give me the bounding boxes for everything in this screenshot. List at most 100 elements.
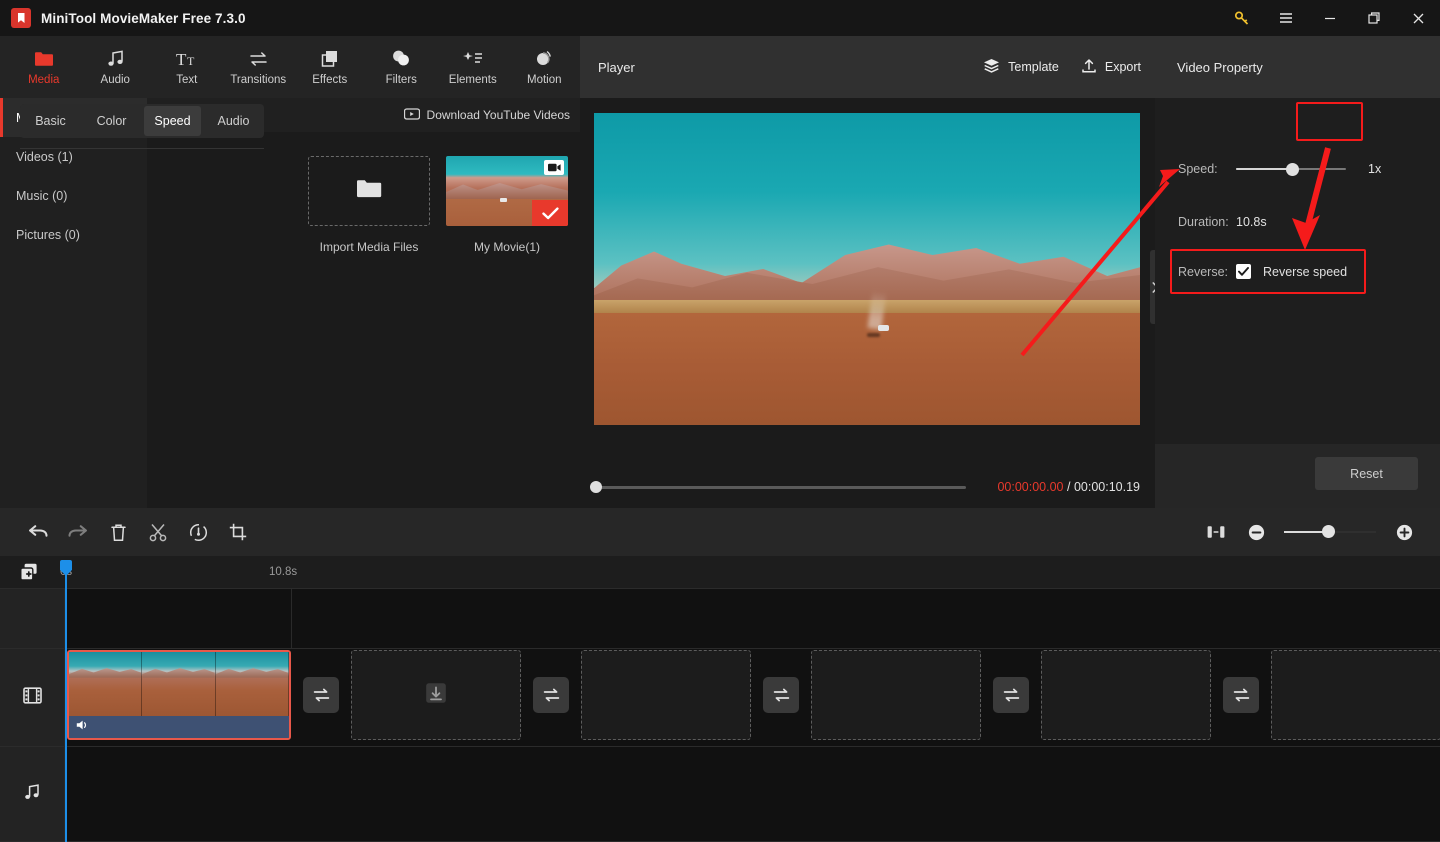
timeline-toolbar (0, 508, 1440, 556)
timeline-placeholder[interactable] (1041, 650, 1211, 740)
timeline-placeholder[interactable] (811, 650, 981, 740)
toolbar-label: Text (176, 74, 198, 86)
timeline-header-blank (0, 589, 64, 648)
sidebar-item-label: Music (0) (16, 188, 68, 203)
video-preview[interactable] (594, 113, 1140, 425)
timeline-zoom-slider[interactable] (1284, 525, 1376, 539)
timeline-placeholder[interactable] (581, 650, 751, 740)
property-footer: Reset (1155, 444, 1440, 508)
folder-icon (34, 48, 54, 69)
property-panel-title: Video Property (1155, 36, 1440, 98)
duration-label: Duration: (1178, 215, 1229, 229)
transitions-icon (248, 48, 269, 69)
tab-speed[interactable]: Speed (144, 106, 201, 136)
seek-slider[interactable] (590, 481, 966, 493)
reset-button[interactable]: Reset (1315, 457, 1418, 490)
restore-icon[interactable] (1352, 0, 1396, 36)
menu-icon[interactable] (1264, 0, 1308, 36)
template-button[interactable]: Template (983, 58, 1059, 76)
export-button[interactable]: Export (1081, 58, 1141, 77)
undo-icon[interactable] (18, 515, 58, 549)
media-sidebar: My Album (1) Videos (1) Music (0) Pictur… (0, 98, 147, 508)
export-label: Export (1104, 60, 1141, 74)
add-transition-button[interactable] (993, 677, 1029, 713)
tab-color[interactable]: Color (83, 106, 140, 136)
add-media-icon[interactable] (18, 561, 42, 583)
track-header-audio[interactable] (0, 747, 64, 841)
clip-frame (142, 652, 216, 716)
ruler-tick-label: 10.8s (269, 566, 298, 578)
add-transition-button[interactable] (1223, 677, 1259, 713)
media-grid: Import Media Files My Movie(1) (147, 132, 580, 254)
redo-icon[interactable] (58, 515, 98, 549)
layers-icon (983, 58, 1000, 76)
timeline-placeholder[interactable] (1271, 650, 1440, 740)
filters-icon (391, 48, 411, 69)
toolbar-label: Filters (385, 74, 417, 86)
add-transition-button[interactable] (303, 677, 339, 713)
tab-audio[interactable]: Audio (205, 106, 262, 136)
crop-icon[interactable] (218, 515, 258, 549)
timeline-clip[interactable] (67, 650, 291, 740)
toolbar-item-filters[interactable]: Filters (366, 38, 438, 96)
time-readout: 00:00:00.00 / 00:00:10.19 (997, 480, 1140, 494)
close-icon[interactable] (1396, 0, 1440, 36)
sidebar-item-pictures[interactable]: Pictures (0) (0, 215, 147, 254)
timeline-playhead[interactable] (60, 560, 72, 842)
clip-frame (69, 652, 143, 716)
speed-icon[interactable] (178, 515, 218, 549)
toolbar-item-motion[interactable]: Motion (509, 38, 581, 96)
minimize-icon[interactable] (1308, 0, 1352, 36)
app-window: MiniTool MovieMaker Free 7.3.0 Media Aud… (0, 0, 1440, 842)
import-media-cell[interactable]: Import Media Files (308, 156, 430, 254)
timeline-body (0, 588, 1440, 842)
zoom-out-icon[interactable] (1236, 515, 1276, 549)
speed-slider-fill (1236, 167, 1293, 171)
fit-to-window-icon[interactable] (1196, 515, 1236, 549)
reverse-highlight-box (1170, 249, 1366, 294)
speed-slider-handle[interactable] (1286, 162, 1299, 176)
media-item[interactable]: My Movie(1) (446, 156, 568, 254)
toolbar-label: Motion (526, 74, 562, 86)
clip-audio-strip[interactable] (69, 716, 289, 738)
speed-tab-highlight-box (1296, 102, 1363, 141)
toolbar-label: Audio (100, 74, 130, 86)
toolbar-item-transitions[interactable]: Transitions (223, 38, 295, 96)
timeline-ruler[interactable]: 0s 10.8s (0, 556, 1440, 588)
folder-import-icon (356, 178, 382, 204)
sidebar-item-videos[interactable]: Videos (1) (0, 137, 147, 176)
motion-icon (534, 48, 554, 69)
key-icon[interactable] (1220, 0, 1264, 36)
speed-label: Speed: (1178, 162, 1218, 176)
import-media-label: Import Media Files (319, 240, 419, 254)
toolbar-item-elements[interactable]: Elements (437, 38, 509, 96)
sidebar-item-label: Pictures (0) (16, 227, 80, 242)
clip-volume-icon[interactable] (76, 718, 90, 736)
media-thumbnail[interactable] (446, 156, 568, 226)
thumbnail-mountains (446, 183, 568, 200)
seek-slider-handle[interactable] (590, 481, 602, 493)
download-youtube-button[interactable]: Download YouTube Videos (403, 107, 570, 123)
delete-icon[interactable] (98, 515, 138, 549)
toolbar-item-effects[interactable]: Effects (294, 38, 366, 96)
toolbar-label: Effects (312, 74, 348, 86)
zoom-slider-handle[interactable] (1322, 525, 1335, 539)
add-transition-button[interactable] (533, 677, 569, 713)
property-tabs: Basic Color Speed Audio (20, 104, 264, 138)
split-icon[interactable] (138, 515, 178, 549)
toolbar-item-text[interactable]: TT Text (151, 38, 223, 96)
effects-icon (320, 48, 340, 69)
track-header-video[interactable] (0, 649, 64, 746)
toolbar-item-media[interactable]: Media (8, 38, 80, 96)
speed-slider[interactable] (1236, 162, 1346, 176)
music-note-icon (106, 48, 125, 69)
import-media-dropzone[interactable] (308, 156, 430, 226)
zoom-in-icon[interactable] (1384, 515, 1424, 549)
toolbar-item-audio[interactable]: Audio (80, 38, 152, 96)
timeline-placeholder[interactable] (351, 650, 521, 740)
sidebar-item-music[interactable]: Music (0) (0, 176, 147, 215)
add-transition-button[interactable] (763, 677, 799, 713)
tab-basic[interactable]: Basic (22, 106, 79, 136)
timeline-zoom-controls (1196, 515, 1440, 549)
title-bar: MiniTool MovieMaker Free 7.3.0 (0, 0, 1440, 36)
